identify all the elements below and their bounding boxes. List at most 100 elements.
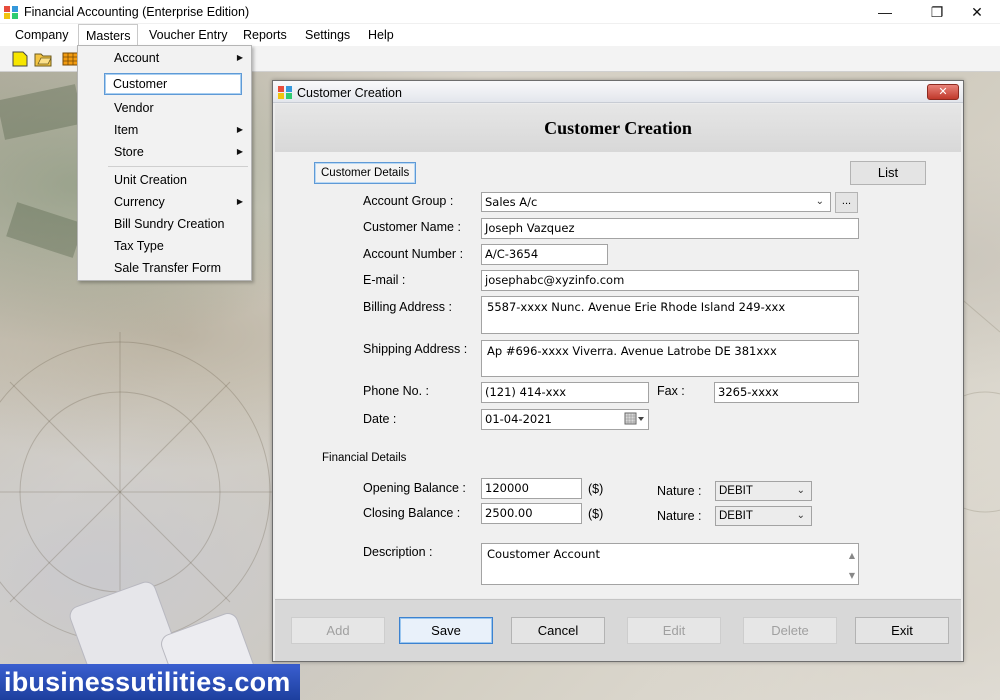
chevron-down-icon: ⌄ — [796, 485, 805, 496]
app-title: Financial Accounting (Enterprise Edition… — [24, 5, 250, 19]
chevron-down-icon: ⌄ — [815, 196, 824, 207]
restore-icon: ❐ — [930, 3, 944, 20]
closing-balance-label: Closing Balance : — [363, 506, 461, 520]
menu-item-label: Item — [114, 123, 139, 137]
customer-name-input[interactable]: Joseph Vazquez — [481, 218, 859, 239]
email-label: E-mail : — [363, 273, 406, 287]
fax-input[interactable]: 3265-xxxx — [714, 382, 859, 403]
save-button[interactable]: Save — [399, 617, 493, 644]
list-button[interactable]: List — [850, 161, 926, 185]
closing-balance-currency: ($) — [588, 507, 604, 521]
phone-label: Phone No. : — [363, 384, 430, 398]
menu-item-label: Tax Type — [114, 239, 164, 253]
minimize-button[interactable]: — — [862, 0, 908, 24]
account-group-browse-button[interactable]: ... — [835, 192, 858, 213]
cancel-button[interactable]: Cancel — [511, 617, 605, 644]
submenu-arrow-icon: ▶ — [236, 53, 243, 62]
menu-item-sale-transfer-form[interactable]: Sale Transfer Form — [80, 257, 249, 279]
dialog-close-button[interactable]: ✕ — [927, 84, 959, 100]
app-logo-icon — [4, 6, 18, 19]
close-icon: ✕ — [938, 86, 948, 98]
menu-item-item[interactable]: Item ▶ — [80, 119, 249, 141]
menu-masters[interactable]: Masters — [78, 24, 139, 46]
close-icon: ✕ — [971, 3, 983, 20]
menu-reports[interactable]: Reports — [236, 24, 294, 46]
nature-closing-value: DEBIT — [719, 510, 753, 522]
description-label: Description : — [363, 545, 433, 559]
close-window-button[interactable]: ✕ — [954, 0, 1000, 24]
menu-item-label: Bill Sundry Creation — [114, 217, 225, 231]
menu-item-account[interactable]: Account ▶ — [80, 47, 249, 69]
customer-creation-dialog: Customer Creation ✕ Customer Creation Cu… — [272, 80, 964, 662]
nature-closing-select[interactable]: DEBIT ⌄ — [715, 506, 812, 526]
description-input[interactable]: Coustomer Account ▲ ▼ — [481, 543, 859, 585]
dialog-header: Customer Creation — [275, 104, 961, 152]
menu-item-tax-type[interactable]: Tax Type — [80, 235, 249, 257]
description-value: Coustomer Account — [487, 547, 600, 561]
menu-item-currency[interactable]: Currency ▶ — [80, 191, 249, 213]
submenu-arrow-icon: ▶ — [236, 125, 243, 134]
menu-settings[interactable]: Settings — [298, 24, 357, 46]
dialog-heading: Customer Creation — [544, 118, 692, 138]
customer-details-tab[interactable]: Customer Details — [314, 162, 417, 184]
menu-item-bill-sundry-creation[interactable]: Bill Sundry Creation — [80, 213, 249, 235]
account-number-input[interactable]: A/C-3654 — [481, 244, 608, 265]
menu-item-label: Customer — [113, 77, 168, 91]
menu-item-label: Store — [114, 145, 144, 159]
scroll-down-icon[interactable]: ▼ — [849, 568, 855, 584]
billing-address-label: Billing Address : — [363, 300, 452, 314]
delete-button[interactable]: Delete — [743, 617, 837, 644]
nature-closing-label: Nature : — [657, 509, 702, 523]
edit-button[interactable]: Edit — [627, 617, 721, 644]
new-file-icon[interactable] — [11, 51, 29, 67]
submenu-arrow-icon: ▶ — [236, 197, 243, 206]
closing-balance-input[interactable]: 2500.00 — [481, 503, 582, 524]
phone-input[interactable]: (121) 414-xxx — [481, 382, 649, 403]
account-group-label: Account Group : — [363, 194, 454, 208]
add-button[interactable]: Add — [291, 617, 385, 644]
app-logo-icon — [278, 86, 292, 99]
opening-balance-input[interactable]: 120000 — [481, 478, 582, 499]
menubar: Company Masters Voucher Entry Reports Se… — [0, 24, 1000, 46]
menu-item-vendor[interactable]: Vendor — [80, 97, 249, 119]
dialog-button-bar: Add Save Cancel Edit Delete Exit — [275, 599, 961, 661]
scroll-up-icon[interactable]: ▲ — [849, 548, 855, 564]
fax-label: Fax : — [657, 384, 685, 398]
masters-dropdown-menu: Account ▶ Customer Vendor Item ▶ Store ▶… — [77, 45, 252, 281]
exit-button[interactable]: Exit — [855, 617, 949, 644]
branding-banner: ibusinessutilities.com — [0, 664, 300, 700]
billing-address-input[interactable]: 5587-xxxx Nunc. Avenue Erie Rhode Island… — [481, 296, 859, 334]
nature-opening-value: DEBIT — [719, 485, 753, 497]
menu-item-label: Currency — [114, 195, 165, 209]
shipping-address-input[interactable]: Ap #696-xxxx Viverra. Avenue Latrobe DE … — [481, 340, 859, 377]
financial-details-tab[interactable]: Financial Details — [322, 452, 406, 464]
menu-item-store[interactable]: Store ▶ — [80, 141, 249, 163]
date-picker[interactable]: 01-04-2021 — [481, 409, 649, 430]
account-number-label: Account Number : — [363, 247, 464, 261]
menu-item-label: Sale Transfer Form — [114, 261, 221, 275]
menu-item-unit-creation[interactable]: Unit Creation — [80, 169, 249, 191]
menu-voucher-entry[interactable]: Voucher Entry — [142, 24, 235, 46]
menu-item-label: Unit Creation — [114, 173, 187, 187]
menu-help[interactable]: Help — [361, 24, 401, 46]
shipping-address-label: Shipping Address : — [363, 342, 468, 356]
menu-item-customer[interactable]: Customer — [104, 73, 242, 95]
menu-company[interactable]: Company — [8, 24, 76, 46]
calendar-icon[interactable] — [624, 411, 646, 427]
menu-item-label: Vendor — [114, 101, 154, 115]
nature-opening-select[interactable]: DEBIT ⌄ — [715, 481, 812, 501]
submenu-arrow-icon: ▶ — [236, 147, 243, 156]
dialog-titlebar: Customer Creation ✕ — [273, 81, 963, 103]
nature-opening-label: Nature : — [657, 484, 702, 498]
minimize-icon: — — [878, 4, 892, 20]
menu-item-label: Account — [114, 51, 160, 65]
menu-separator — [108, 166, 248, 167]
chevron-down-icon: ⌄ — [796, 510, 805, 521]
account-group-select[interactable]: Sales A/c ⌄ — [481, 192, 831, 212]
open-folder-icon[interactable] — [34, 51, 52, 67]
email-input[interactable]: josephabc@xyzinfo.com — [481, 270, 859, 291]
date-value: 01-04-2021 — [485, 412, 552, 426]
opening-balance-currency: ($) — [588, 482, 604, 496]
dialog-body: Customer Details List Account Group : Sa… — [275, 152, 961, 598]
customer-name-label: Customer Name : — [363, 220, 461, 234]
